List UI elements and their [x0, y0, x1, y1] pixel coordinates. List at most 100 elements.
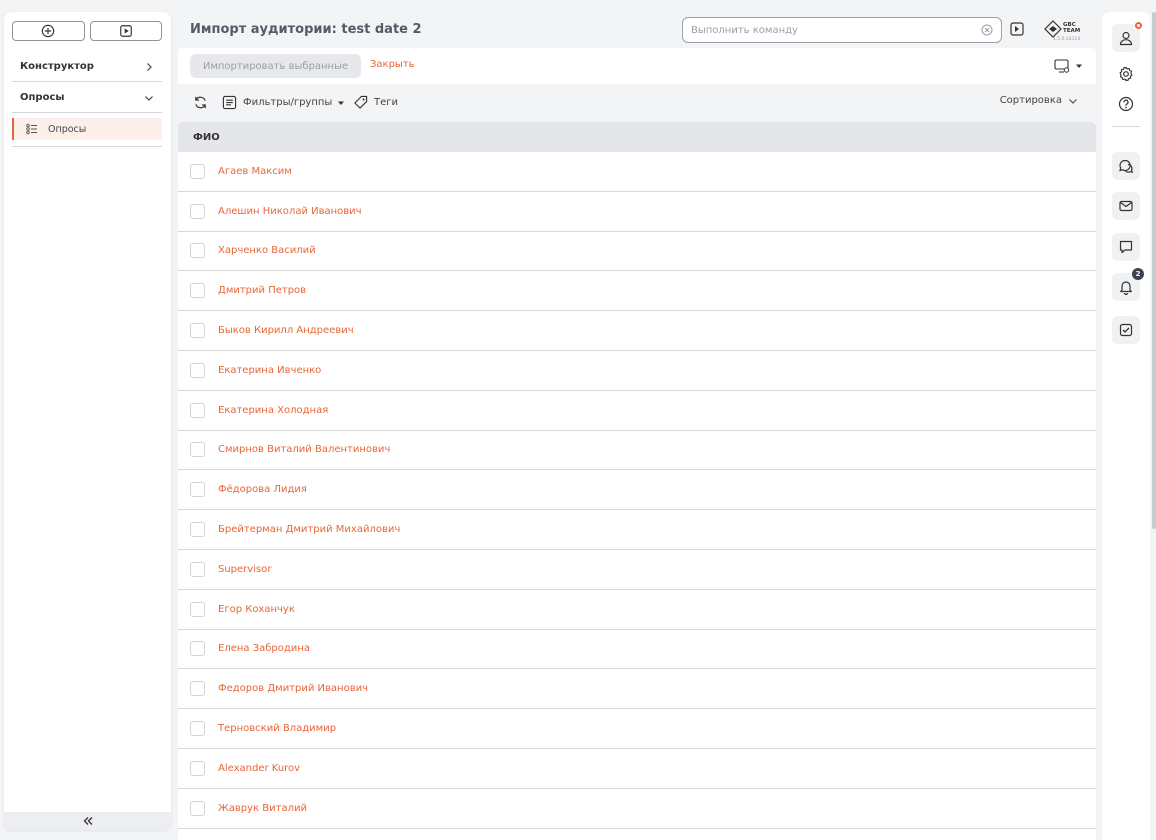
row-name-link[interactable]: Екатерина Ивченко	[218, 365, 321, 376]
row-name-link[interactable]: Быков Кирилл Андреевич	[218, 325, 354, 336]
row-name-link[interactable]: Смирнов Виталий Валентинович	[218, 444, 390, 455]
help-icon	[1118, 96, 1134, 112]
settings-button[interactable]	[1112, 60, 1140, 88]
row-checkbox[interactable]	[190, 800, 205, 816]
table-toolbar: Фильтры/группы Теги Сортировка	[178, 88, 1096, 118]
table-row[interactable]: Быков Кирилл Андреевич	[178, 311, 1096, 351]
row-checkbox[interactable]	[190, 243, 205, 259]
table-row[interactable]: Supervisor	[178, 550, 1096, 590]
table-row[interactable]: Елена Забродина	[178, 630, 1096, 670]
table-row[interactable]: Брейтерман Дмитрий Михайлович	[178, 510, 1096, 550]
row-checkbox[interactable]	[190, 203, 205, 219]
run-command-icon[interactable]	[1010, 22, 1024, 36]
table-row[interactable]: Агаев Максим	[178, 152, 1096, 192]
table-row[interactable]: Смирнов Виталий Валентинович	[178, 431, 1096, 471]
tasks-button[interactable]	[1112, 316, 1140, 344]
sidebar-subitem-surveys[interactable]: Опросы	[12, 118, 162, 140]
collapse-sidebar-button[interactable]	[4, 812, 171, 830]
chats-icon	[1119, 159, 1134, 174]
row-name-link[interactable]: Дмитрий Петров	[218, 285, 306, 296]
left-sidebar: Конструктор Опросы Опросы	[4, 12, 171, 830]
row-name-link[interactable]: Жаврук Виталий	[218, 803, 307, 814]
filters-groups-button[interactable]: Фильтры/группы	[222, 95, 345, 110]
row-name-link[interactable]: Агаев Максим	[218, 166, 292, 177]
command-input-wrapper	[682, 17, 1002, 43]
column-header-name[interactable]: ФИО	[193, 132, 220, 143]
import-selected-button[interactable]: Импортировать выбранные	[190, 54, 361, 78]
status-dot	[1135, 22, 1142, 29]
row-name-link[interactable]: Брейтерман Дмитрий Михайлович	[218, 524, 400, 535]
mail-button[interactable]	[1112, 192, 1140, 220]
tags-button[interactable]: Теги	[353, 95, 398, 110]
table-row[interactable]: Федоров Дмитрий Иванович	[178, 669, 1096, 710]
row-checkbox[interactable]	[190, 482, 205, 498]
row-checkbox[interactable]	[190, 442, 205, 458]
row-checkbox[interactable]	[190, 561, 205, 577]
row-name-link[interactable]: Егор Коханчук	[218, 604, 295, 615]
add-button[interactable]	[12, 21, 85, 41]
sidebar-item-surveys[interactable]: Опросы	[12, 83, 162, 113]
clear-icon[interactable]	[981, 24, 993, 36]
row-name-link[interactable]: Alexander Kurov	[218, 763, 300, 774]
notifications-button[interactable]: 2	[1112, 268, 1144, 301]
row-checkbox[interactable]	[190, 402, 205, 418]
caret-down-icon	[338, 101, 345, 105]
row-checkbox[interactable]	[190, 362, 205, 378]
right-rail: 2	[1102, 12, 1150, 840]
row-name-link[interactable]: Федоров Дмитрий Иванович	[218, 683, 368, 694]
table-row[interactable]: Терновский Владимир	[178, 709, 1096, 749]
table-row[interactable]: Фёдорова Лидия	[178, 470, 1096, 511]
tags-label: Теги	[374, 97, 399, 108]
sidebar-item-label: Опросы	[20, 92, 65, 103]
sort-label: Сортировка	[999, 95, 1062, 106]
audience-table: ФИО Агаев Максим Алешин Николай Иванович Х…	[178, 122, 1096, 840]
row-name-link[interactable]: Supervisor	[218, 564, 271, 575]
row-checkbox[interactable]	[190, 681, 205, 697]
run-button[interactable]	[89, 21, 162, 41]
table-row[interactable]: Алешин Николай Иванович	[178, 192, 1096, 232]
row-checkbox[interactable]	[190, 721, 205, 737]
chats-button[interactable]	[1112, 152, 1140, 180]
table-row[interactable]: Екатерина Холодная	[178, 391, 1096, 431]
table-row[interactable]: Жаврук Виталий	[178, 789, 1096, 829]
table-row[interactable]: Дмитрий Петров	[178, 271, 1096, 312]
row-checkbox[interactable]	[190, 760, 205, 776]
table-row[interactable]: Егор Коханчук	[178, 590, 1096, 630]
sort-button[interactable]: Сортировка	[1000, 95, 1078, 106]
table-row[interactable]: Alexander Kurov	[178, 749, 1096, 789]
view-settings-button[interactable]	[1054, 58, 1082, 74]
row-name-link[interactable]: Алешин Николай Иванович	[218, 206, 362, 217]
row-checkbox[interactable]	[190, 601, 205, 617]
user-profile-button[interactable]	[1112, 22, 1142, 52]
row-name-link[interactable]: Елена Забродина	[218, 643, 310, 654]
page-scrollbar[interactable]	[1152, 12, 1156, 529]
row-checkbox[interactable]	[190, 283, 205, 299]
notifications-count-badge: 2	[1132, 268, 1144, 280]
close-link[interactable]: Закрыть	[370, 59, 415, 70]
chevron-down-icon	[145, 95, 153, 101]
app-version: 1.5.0.14114	[1053, 37, 1081, 42]
page-title: Импорт аудитории: test date 2	[190, 22, 422, 37]
filter-list-icon	[222, 95, 237, 110]
row-name-link[interactable]: Харченко Василий	[218, 245, 316, 256]
help-button[interactable]	[1112, 90, 1140, 118]
command-input[interactable]	[691, 24, 981, 36]
double-chevron-left-icon	[83, 817, 92, 825]
row-checkbox[interactable]	[190, 522, 205, 538]
row-checkbox[interactable]	[190, 323, 205, 339]
table-row[interactable]: Харченко Василий	[178, 232, 1096, 272]
action-bar: Импортировать выбранные Закрыть	[178, 48, 1096, 84]
sidebar-divider	[12, 146, 162, 147]
table-row[interactable]: Екатерина Ивченко	[178, 351, 1096, 391]
row-name-link[interactable]: Терновский Владимир	[218, 723, 336, 734]
row-checkbox[interactable]	[190, 163, 205, 179]
row-name-link[interactable]: Екатерина Холодная	[218, 405, 328, 416]
row-checkbox[interactable]	[190, 641, 205, 657]
gear-icon	[1119, 66, 1133, 82]
monitor-settings-icon	[1054, 59, 1070, 73]
sidebar-item-constructor[interactable]: Конструктор	[12, 52, 162, 82]
row-name-link[interactable]: Фёдорова Лидия	[218, 484, 307, 495]
messages-button[interactable]	[1112, 233, 1140, 261]
filters-groups-label: Фильтры/группы	[243, 97, 333, 108]
refresh-button[interactable]	[193, 95, 208, 110]
